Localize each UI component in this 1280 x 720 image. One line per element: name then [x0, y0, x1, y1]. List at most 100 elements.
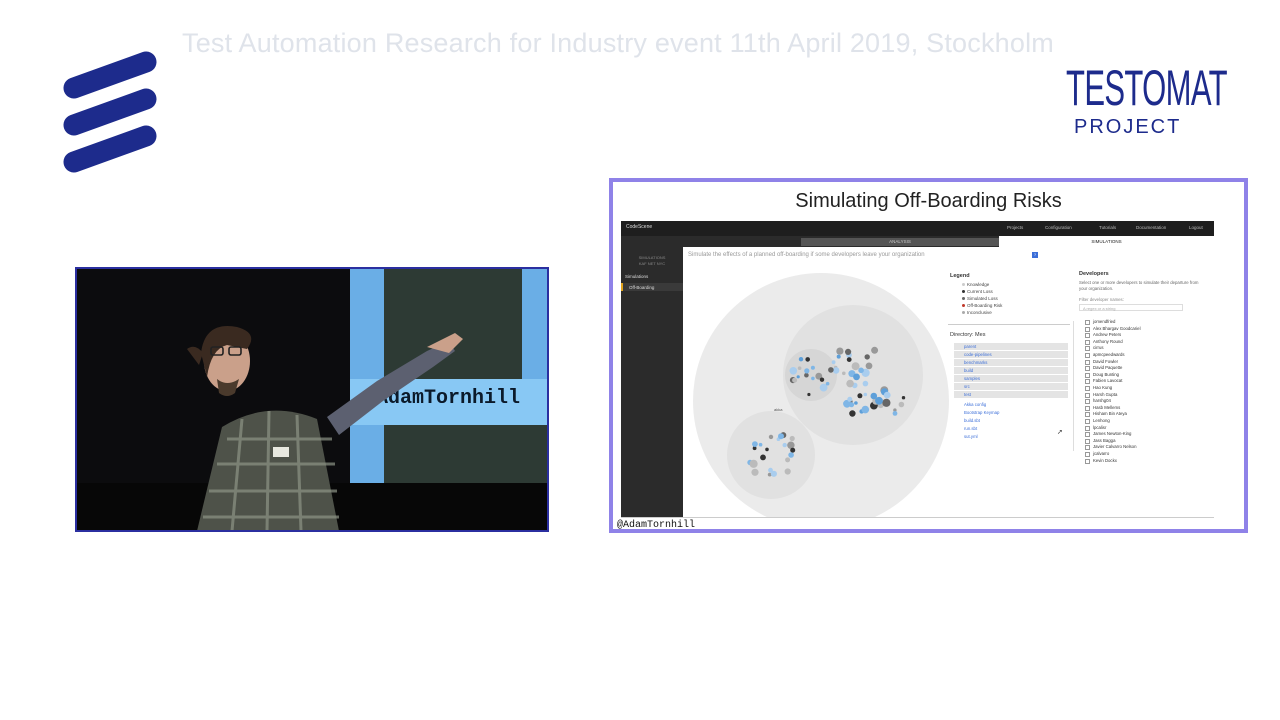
testomat-logo: TESTOMAT PROJECT	[1066, 60, 1228, 142]
developer-name: David Fowler	[1093, 358, 1119, 364]
nav-logout[interactable]: Logout	[1189, 225, 1203, 230]
developer-item[interactable]: Harsh Gupta	[1085, 392, 1117, 398]
developer-item[interactable]: Fabien Lavocat	[1085, 378, 1122, 385]
developer-item[interactable]: Anthony Round	[1085, 339, 1123, 345]
developer-item[interactable]: David Fowler	[1085, 358, 1119, 365]
directory-item[interactable]: benchmarks	[954, 359, 1068, 366]
developer-item[interactable]: Hao Kung	[1085, 385, 1112, 391]
developer-checkbox[interactable]	[1085, 339, 1090, 345]
tab-analysis[interactable]: ANALYSIS	[801, 238, 999, 246]
developer-name: Hasb Mellems	[1093, 404, 1121, 410]
directory-item[interactable]: test	[954, 391, 1068, 398]
developer-name: David Paquette	[1093, 365, 1123, 371]
knowledge-node	[842, 371, 846, 376]
developer-name: Lenhong	[1093, 418, 1110, 423]
developer-item[interactable]: Alex Bhargav Goodcariel	[1085, 325, 1141, 332]
knowledge-node	[784, 468, 791, 475]
developer-item[interactable]: Jass Bagga	[1085, 437, 1116, 444]
developer-checkbox[interactable]	[1085, 326, 1090, 332]
developer-name: Jass Bagga	[1093, 437, 1116, 443]
developer-checkbox[interactable]	[1085, 320, 1090, 325]
divider	[1073, 321, 1074, 451]
developer-checkbox[interactable]	[1085, 379, 1090, 385]
directory-item[interactable]: build.sbt	[954, 417, 1068, 424]
help-icon[interactable]: ?	[1032, 252, 1038, 258]
tab-simulations[interactable]: SIMULATIONS	[999, 236, 1214, 247]
developer-checkbox[interactable]	[1085, 438, 1090, 444]
mouse-cursor-icon: ➚	[1057, 429, 1063, 436]
nav-documentation[interactable]: Documentation	[1136, 225, 1166, 230]
developer-item[interactable]: Hisham Bin Ateya	[1085, 411, 1127, 418]
developer-checkbox[interactable]	[1085, 392, 1090, 398]
developer-checkbox[interactable]	[1085, 419, 1090, 424]
directory-item[interactable]: build	[954, 367, 1068, 374]
developer-checkbox[interactable]	[1085, 353, 1090, 358]
knowledge-node	[788, 452, 794, 458]
developer-name: Hisham Bin Ateya	[1093, 411, 1127, 417]
developer-checkbox[interactable]	[1085, 386, 1090, 391]
knowledge-node	[790, 447, 796, 453]
developer-item[interactable]: lpcalisr	[1085, 425, 1106, 431]
nav-tutorials[interactable]: Tutorials	[1099, 225, 1116, 230]
sidebar-item-simulations[interactable]: Simulations	[625, 274, 648, 279]
nav-configuration[interactable]: Configuration	[1045, 225, 1072, 230]
app-topbar: CodeScene Projects Configuration Tutoria…	[621, 221, 1214, 236]
directory-item[interactable]: samples	[954, 375, 1068, 382]
knowledge-map-visualization[interactable]: akka	[681, 261, 961, 517]
developer-item[interactable]: James Newton-King	[1085, 431, 1131, 438]
directory-item[interactable]: src	[954, 383, 1068, 390]
ericsson-logo	[63, 51, 157, 173]
developer-checkbox[interactable]	[1085, 366, 1090, 372]
knowledge-node	[858, 367, 864, 374]
developer-checkbox[interactable]	[1085, 432, 1090, 438]
developer-checkbox[interactable]	[1085, 458, 1090, 464]
developer-item[interactable]: jomendfried	[1085, 319, 1116, 325]
developer-item[interactable]: Andrew Peters	[1085, 332, 1121, 339]
knowledge-node	[787, 441, 795, 449]
developer-item[interactable]: Hasb Mellems	[1085, 404, 1121, 411]
svg-text:akka: akka	[774, 407, 783, 412]
slide-title: Simulating Off-Boarding Risks	[795, 190, 1062, 212]
developer-checkbox[interactable]	[1085, 412, 1090, 418]
developer-item[interactable]: Javier Calvarro Nelson	[1085, 444, 1136, 451]
knowledge-node	[804, 372, 809, 378]
developer-item[interactable]: apmcpeedwards	[1085, 352, 1125, 358]
developer-name: Alex Bhargav Goodcariel	[1093, 325, 1141, 331]
developer-name: jomendfried	[1093, 319, 1116, 324]
directory-item[interactable]: Bootstrap Keymap	[954, 409, 1068, 416]
developer-name: jcalvarro	[1093, 451, 1110, 456]
knowledge-node	[797, 366, 802, 370]
knowledge-node	[765, 447, 769, 452]
developer-checkbox[interactable]	[1085, 405, 1090, 411]
developer-checkbox[interactable]	[1085, 445, 1090, 451]
app-brand: CodeScene	[626, 224, 653, 230]
developer-checkbox[interactable]	[1085, 346, 1090, 352]
directory-item[interactable]: code-pipelines	[954, 351, 1068, 358]
developer-checkbox[interactable]	[1085, 399, 1090, 405]
presentation-slide: Simulating Off-Boarding Risks CodeScene …	[609, 178, 1248, 533]
sidebar-subtitle: KAF NET NYC	[638, 261, 666, 266]
developer-checkbox[interactable]	[1085, 333, 1090, 339]
knowledge-node	[861, 405, 870, 414]
directory-item[interactable]: run.sbt	[954, 425, 1068, 432]
developer-item[interactable]: Doug Bunting	[1085, 372, 1119, 378]
developer-checkbox[interactable]	[1085, 452, 1090, 457]
developer-item[interactable]: jcalvarro	[1085, 451, 1110, 457]
developer-checkbox[interactable]	[1085, 359, 1090, 365]
developer-filter-input[interactable]: A regex or a string	[1079, 304, 1183, 311]
knowledge-node	[853, 373, 860, 381]
developer-checkbox[interactable]	[1085, 372, 1090, 378]
knowledge-node	[831, 360, 836, 365]
directory-item[interactable]: Akka config	[954, 401, 1068, 408]
nav-projects[interactable]: Projects	[1007, 225, 1023, 230]
knowledge-node	[796, 375, 800, 379]
directory-item[interactable]: sut.yml	[954, 433, 1068, 440]
developer-item[interactable]: David Paquette	[1085, 365, 1123, 372]
sidebar-item-offboarding[interactable]: Off-Boarding	[629, 285, 654, 290]
developer-item[interactable]: cirrus	[1085, 345, 1104, 352]
developer-item[interactable]: Kevin Dockx	[1085, 458, 1117, 464]
developer-item[interactable]: harshg04	[1085, 398, 1111, 405]
developer-checkbox[interactable]	[1085, 425, 1090, 431]
directory-item[interactable]: parent	[954, 343, 1068, 350]
developer-item[interactable]: Lenhong	[1085, 418, 1110, 424]
